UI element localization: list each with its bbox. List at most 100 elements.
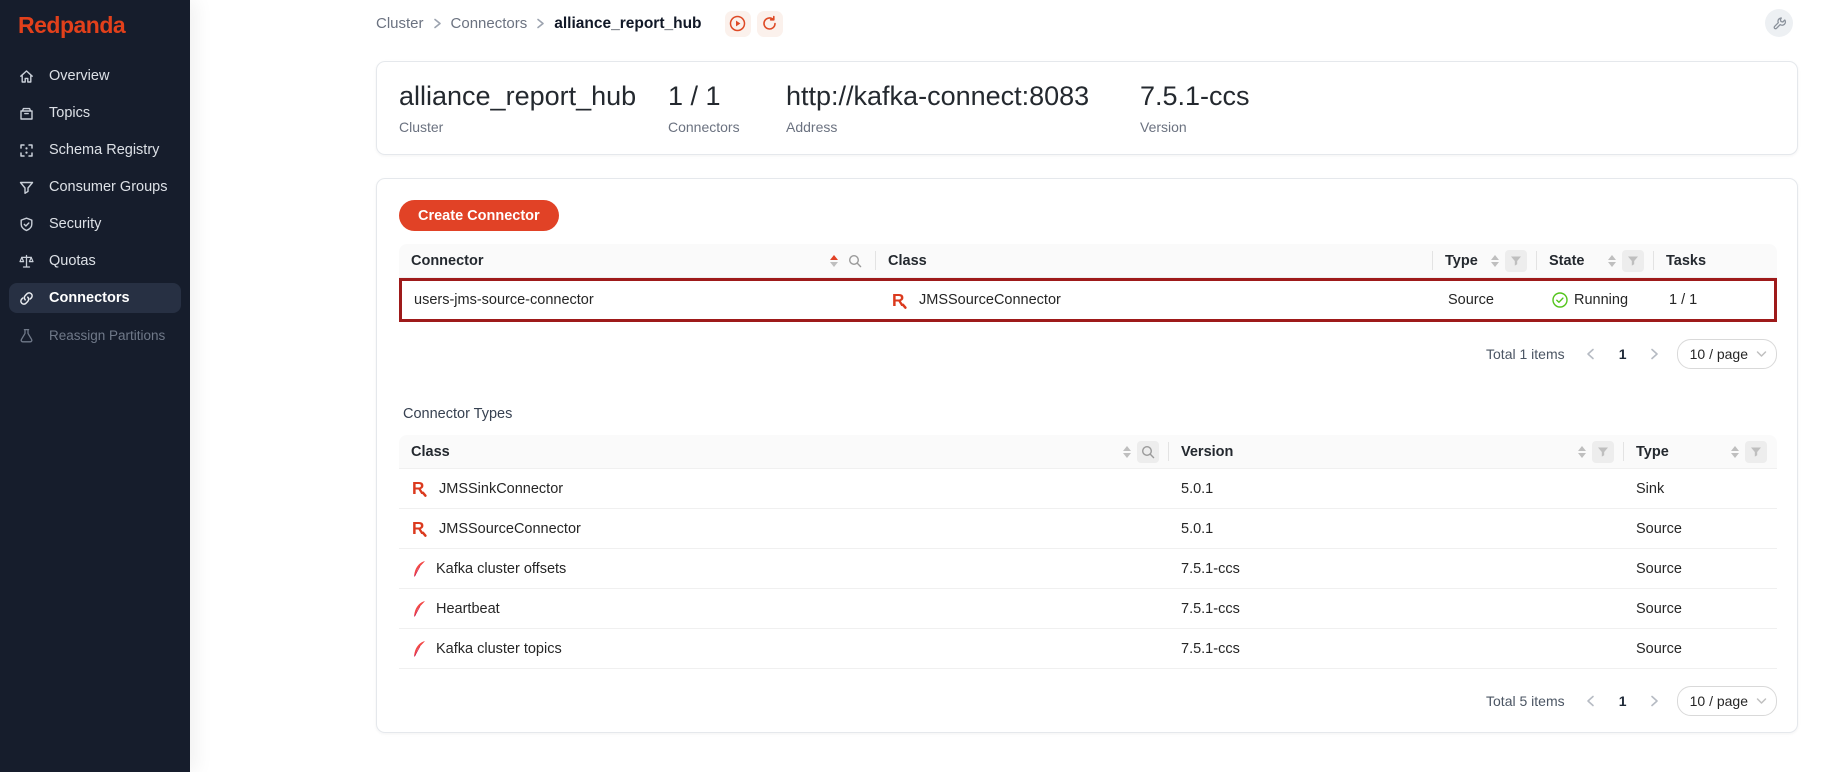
sidebar-item-connectors[interactable]: Connectors bbox=[9, 283, 181, 313]
sort-icon[interactable] bbox=[1578, 446, 1586, 458]
sidebar-item-security[interactable]: Security bbox=[9, 209, 181, 239]
connectors-icon bbox=[17, 289, 36, 308]
topbar: Cluster Connectors alliance_report_hub bbox=[190, 0, 1835, 47]
topics-icon bbox=[17, 104, 36, 123]
connector-class-cell: R JMSSourceConnector bbox=[879, 291, 1436, 310]
refresh-icon bbox=[761, 15, 778, 32]
chevron-right-icon bbox=[433, 18, 442, 29]
stat-label: Version bbox=[1140, 119, 1250, 135]
check-circle-icon bbox=[1552, 292, 1568, 308]
refresh-button[interactable] bbox=[757, 11, 783, 37]
connector-types-pagination: Total 5 items 1 10 / page bbox=[399, 686, 1777, 716]
stat-label: Connectors bbox=[668, 119, 786, 135]
connector-state-cell: Running bbox=[1540, 292, 1657, 308]
sidebar-item-label: Security bbox=[49, 216, 101, 232]
search-icon[interactable] bbox=[844, 250, 866, 272]
svg-text:R: R bbox=[412, 479, 424, 498]
connector-type-cell: Source bbox=[1436, 292, 1540, 308]
redpanda-mark-icon: R bbox=[411, 519, 430, 538]
pause-resume-connector-button[interactable] bbox=[725, 11, 751, 37]
sort-icon[interactable] bbox=[1123, 446, 1131, 458]
page-size-select[interactable]: 10 / page bbox=[1677, 686, 1777, 716]
column-header-version[interactable]: Version bbox=[1169, 435, 1624, 468]
sidebar-item-consumer-groups[interactable]: Consumer Groups bbox=[9, 172, 181, 202]
sidebar-item-quotas[interactable]: Quotas bbox=[9, 246, 181, 276]
stat-label: Cluster bbox=[399, 119, 668, 135]
page-size-select[interactable]: 10 / page bbox=[1677, 339, 1777, 369]
kafka-feather-icon bbox=[411, 640, 427, 658]
stat-connectors: 1 / 1 Connectors bbox=[668, 81, 786, 134]
column-header-state[interactable]: State bbox=[1537, 244, 1654, 277]
column-header-type[interactable]: Type bbox=[1433, 244, 1537, 277]
sidebar-item-label: Connectors bbox=[49, 290, 130, 306]
svg-text:R: R bbox=[412, 519, 424, 538]
column-header-class[interactable]: Class bbox=[399, 435, 1169, 468]
status-badge: Running bbox=[1552, 292, 1628, 308]
filter-icon[interactable] bbox=[1622, 250, 1644, 272]
sidebar-item-label: Reassign Partitions bbox=[49, 328, 165, 343]
column-header-type[interactable]: Type bbox=[1624, 435, 1777, 468]
page-number[interactable]: 1 bbox=[1613, 693, 1633, 709]
connector-name-cell[interactable]: users-jms-source-connector bbox=[402, 292, 879, 308]
connectors-card: Create Connector Connector Class bbox=[376, 178, 1798, 733]
filter-icon[interactable] bbox=[1745, 441, 1767, 463]
redpanda-mark-icon: R bbox=[891, 291, 910, 310]
security-icon bbox=[17, 215, 36, 234]
connector-type-row[interactable]: Kafka cluster offsets 7.5.1-ccs Source bbox=[399, 549, 1777, 589]
kafka-feather-icon bbox=[411, 560, 427, 578]
column-header-tasks[interactable]: Tasks bbox=[1654, 244, 1777, 277]
sidebar-nav: Overview Topics Schema Registry Consumer… bbox=[0, 61, 190, 350]
connectors-table-header: Connector Class Type bbox=[399, 244, 1777, 278]
stat-value: 7.5.1-ccs bbox=[1140, 81, 1250, 112]
sidebar-item-label: Consumer Groups bbox=[49, 179, 167, 195]
kafka-feather-icon bbox=[411, 600, 427, 618]
filter-icon[interactable] bbox=[1505, 250, 1527, 272]
sidebar: Redpanda Overview Topics Schema Registry bbox=[0, 0, 190, 772]
consumer-groups-icon bbox=[17, 178, 36, 197]
sidebar-item-overview[interactable]: Overview bbox=[9, 61, 181, 91]
app-window: Redpanda Overview Topics Schema Registry bbox=[0, 0, 1835, 772]
sort-icon[interactable] bbox=[830, 255, 838, 267]
chevron-down-icon bbox=[1756, 350, 1767, 358]
sidebar-item-topics[interactable]: Topics bbox=[9, 98, 181, 128]
sidebar-item-schema-registry[interactable]: Schema Registry bbox=[9, 135, 181, 165]
column-header-connector[interactable]: Connector bbox=[399, 244, 876, 277]
connectors-pagination: Total 1 items 1 10 / page bbox=[399, 339, 1777, 369]
connector-table-row[interactable]: users-jms-source-connector R JMSSourceCo… bbox=[399, 278, 1777, 322]
connector-tasks-cell: 1 / 1 bbox=[1657, 292, 1774, 308]
prev-page-button[interactable] bbox=[1579, 342, 1603, 366]
sort-icon[interactable] bbox=[1731, 446, 1739, 458]
cluster-summary-card: alliance_report_hub Cluster 1 / 1 Connec… bbox=[376, 61, 1798, 155]
create-connector-button[interactable]: Create Connector bbox=[399, 200, 559, 231]
sidebar-item-label: Overview bbox=[49, 68, 109, 84]
connector-type-row[interactable]: R JMSSourceConnector 5.0.1 Source bbox=[399, 509, 1777, 549]
page-number[interactable]: 1 bbox=[1613, 346, 1633, 362]
next-page-button[interactable] bbox=[1643, 342, 1667, 366]
connector-types-table-header: Class Version Type bbox=[399, 435, 1777, 469]
breadcrumb-connectors[interactable]: Connectors bbox=[451, 15, 528, 32]
connector-type-row[interactable]: R JMSSinkConnector 5.0.1 Sink bbox=[399, 469, 1777, 509]
redpanda-mark-icon: R bbox=[411, 479, 430, 498]
schema-registry-icon bbox=[17, 141, 36, 160]
connector-types-title: Connector Types bbox=[403, 406, 1775, 422]
quick-actions-button[interactable] bbox=[1765, 9, 1793, 37]
stat-cluster: alliance_report_hub Cluster bbox=[399, 81, 668, 134]
stat-value: alliance_report_hub bbox=[399, 81, 668, 112]
breadcrumb: Cluster Connectors alliance_report_hub bbox=[376, 11, 783, 37]
breadcrumb-current: alliance_report_hub bbox=[554, 15, 701, 33]
next-page-button[interactable] bbox=[1643, 689, 1667, 713]
connector-type-row[interactable]: Heartbeat 7.5.1-ccs Source bbox=[399, 589, 1777, 629]
sort-icon[interactable] bbox=[1491, 255, 1499, 267]
sidebar-item-reassign-partitions[interactable]: Reassign Partitions bbox=[9, 320, 181, 350]
stat-value: 1 / 1 bbox=[668, 81, 786, 112]
search-icon[interactable] bbox=[1137, 441, 1159, 463]
filter-icon[interactable] bbox=[1592, 441, 1614, 463]
stat-version: 7.5.1-ccs Version bbox=[1140, 81, 1250, 134]
sort-icon[interactable] bbox=[1608, 255, 1616, 267]
connectors-table: Connector Class Type bbox=[399, 244, 1777, 322]
prev-page-button[interactable] bbox=[1579, 689, 1603, 713]
column-header-class[interactable]: Class bbox=[876, 244, 1433, 277]
breadcrumb-cluster[interactable]: Cluster bbox=[376, 15, 424, 32]
stat-value: http://kafka-connect:8083 bbox=[786, 81, 1140, 112]
connector-type-row[interactable]: Kafka cluster topics 7.5.1-ccs Source bbox=[399, 629, 1777, 669]
